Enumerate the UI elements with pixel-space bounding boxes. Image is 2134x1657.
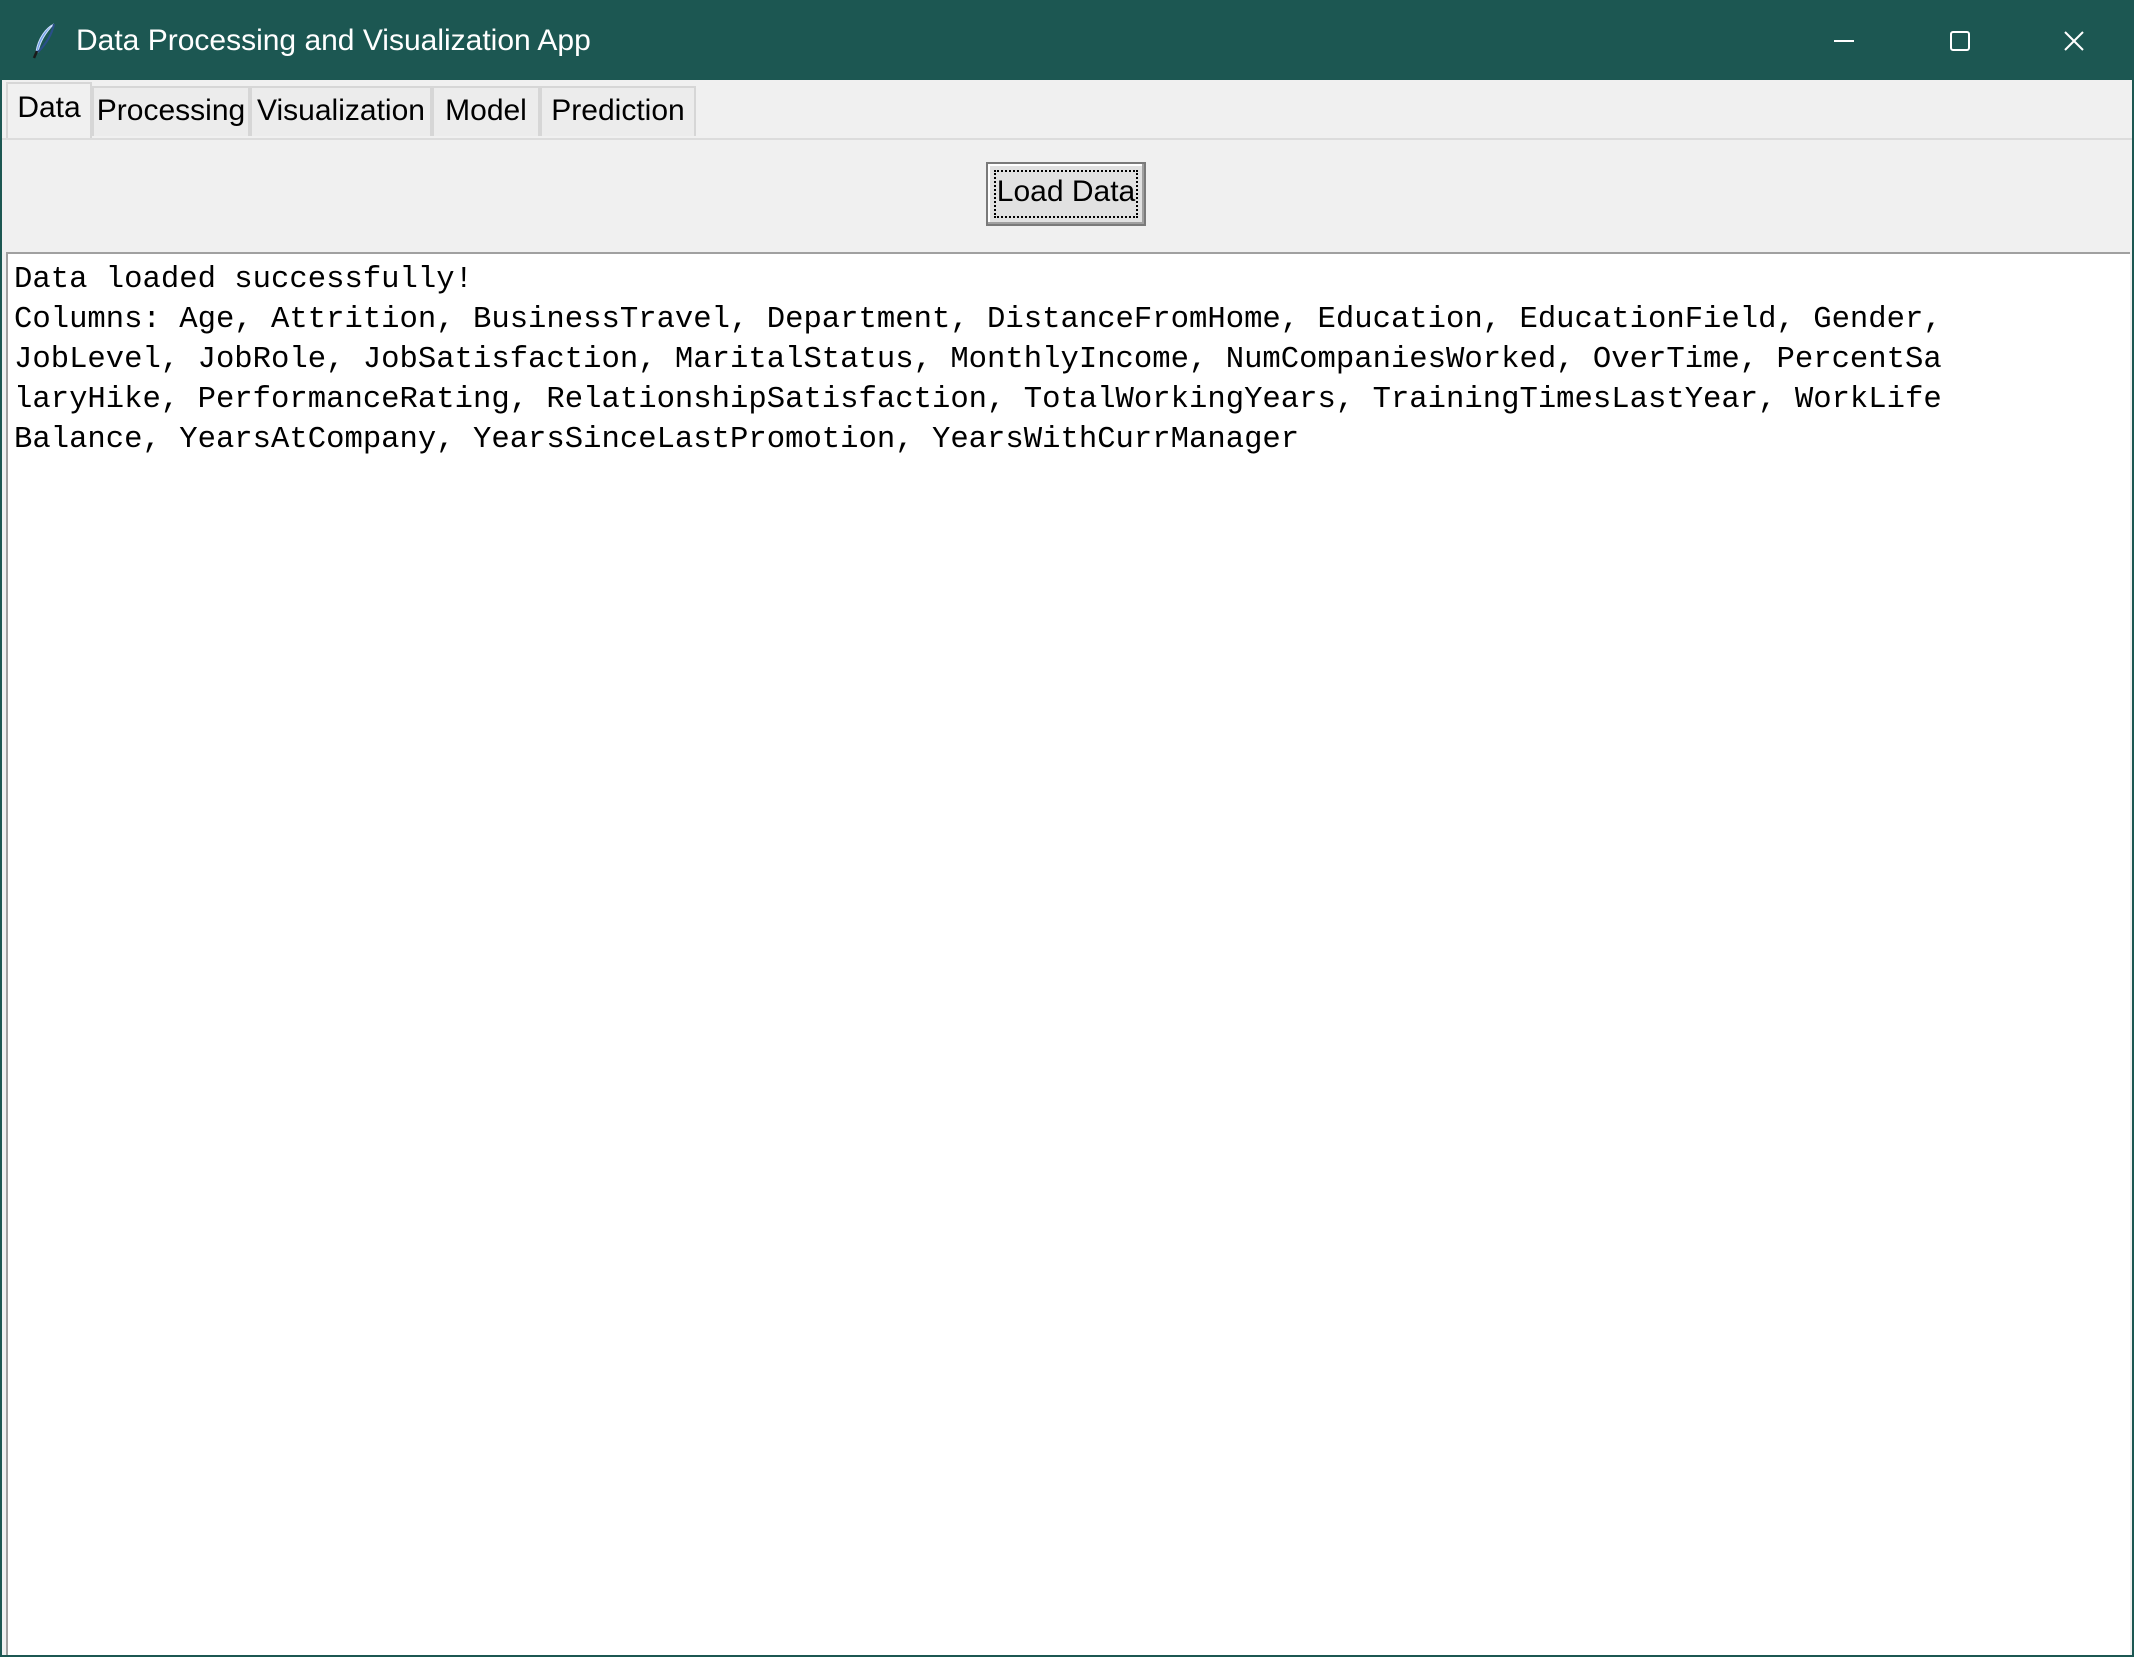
tab-strip: Data Processing Visualization Model Pred… [2,80,2132,140]
output-line: laryHike, PerformanceRating, Relationshi… [14,383,1942,417]
output-line: Data loaded successfully! [14,263,473,297]
load-data-label: Load Data [996,175,1136,208]
maximize-button[interactable] [1902,2,2018,80]
app-window: Data Processing and Visualization App Da… [0,0,2134,1657]
title-bar[interactable]: Data Processing and Visualization App [2,2,2132,80]
window-title: Data Processing and Visualization App [76,24,591,57]
minimize-button[interactable] [1786,2,1902,80]
feather-icon [28,22,62,60]
tab-processing[interactable]: Processing [92,86,250,136]
minimize-icon [1833,30,1855,52]
tab-visualization[interactable]: Visualization [250,86,432,136]
tab-data[interactable]: Data [6,82,92,138]
output-text-area[interactable]: Data loaded successfully! Columns: Age, … [6,252,2130,1655]
output-line: JobLevel, JobRole, JobSatisfaction, Mari… [14,343,1942,377]
close-icon [2063,30,2085,52]
tab-prediction[interactable]: Prediction [540,86,696,136]
close-button[interactable] [2016,2,2132,80]
maximize-icon [1949,30,1971,52]
output-line: Columns: Age, Attrition, BusinessTravel,… [14,303,1942,337]
tab-model[interactable]: Model [432,86,540,136]
load-data-button[interactable]: Load Data [986,162,1146,226]
output-line: Balance, YearsAtCompany, YearsSinceLastP… [14,423,1300,457]
